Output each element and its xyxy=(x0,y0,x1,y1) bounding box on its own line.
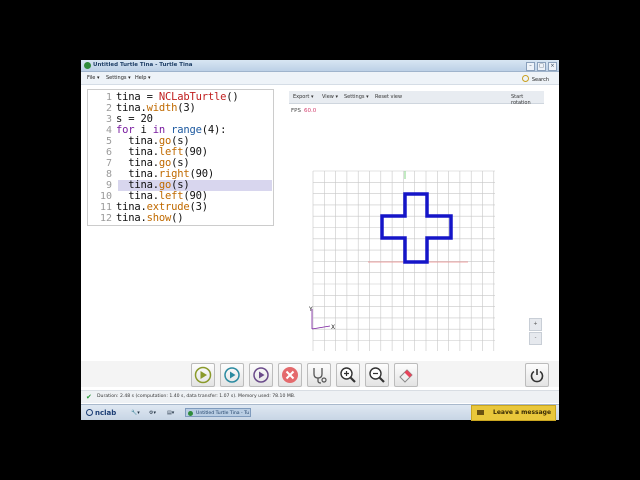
line-number: 2 xyxy=(105,103,112,114)
code-line[interactable]: 12 tina.show() xyxy=(88,212,273,225)
line-number: 11 xyxy=(99,202,112,213)
zoom-in-icon xyxy=(340,367,356,383)
viewer-zoom-out-button[interactable]: - xyxy=(529,332,542,345)
power-icon xyxy=(530,369,544,383)
taskbar-window-tab[interactable]: Untitled Turtle Tina - Tu xyxy=(185,408,251,417)
menu-file[interactable]: File ▾ xyxy=(87,75,99,81)
run-icon xyxy=(253,367,269,383)
viewer-zoom-controls: + - xyxy=(529,318,542,345)
bottom-toolbar xyxy=(81,361,559,387)
stethoscope-icon xyxy=(313,368,327,384)
line-number: 10 xyxy=(99,191,112,202)
logo-icon xyxy=(86,409,93,416)
code-editor[interactable]: 1 tina = NCLabTurtle() 2 tina.width(3) 3s … xyxy=(87,89,274,226)
play-button[interactable] xyxy=(191,363,215,387)
step-icon xyxy=(224,367,240,383)
turtle-icon xyxy=(84,62,91,69)
menu-bar: File ▾ Settings ▾ Help ▾ Search xyxy=(81,72,559,85)
app-window: Untitled Turtle Tina - Turtle Tina – □ ×… xyxy=(81,60,559,420)
line-number: 5 xyxy=(105,136,112,147)
status-bar: ✔ Duration: 2.48 s (computation: 1.40 s,… xyxy=(81,390,559,403)
nclab-logo: nclab xyxy=(86,409,116,417)
logo-text: nclab xyxy=(95,409,117,417)
window-controls: – □ × xyxy=(526,62,557,71)
line-number: 12 xyxy=(99,213,112,224)
line-number: 4 xyxy=(105,125,112,136)
files-icon[interactable]: ▤▾ xyxy=(167,410,174,416)
search-button[interactable]: Search xyxy=(521,75,549,83)
eraser-icon xyxy=(399,369,413,383)
menu-help[interactable]: Help ▾ xyxy=(135,75,151,81)
axis-x-label: X xyxy=(331,324,335,331)
line-number: 1 xyxy=(105,92,112,103)
window-title: Untitled Turtle Tina - Turtle Tina xyxy=(93,62,193,68)
close-button[interactable]: × xyxy=(548,62,557,71)
line-number: 7 xyxy=(105,158,112,169)
run-button[interactable] xyxy=(249,363,273,387)
axis-x-indicator xyxy=(311,325,331,330)
step-button[interactable] xyxy=(220,363,244,387)
scene-canvas: Y X xyxy=(308,170,495,351)
line-number: 8 xyxy=(105,169,112,180)
zoom-out-icon xyxy=(369,367,385,383)
zoom-out-button[interactable] xyxy=(365,363,389,387)
apps-icon[interactable]: ⚙▾ xyxy=(149,410,156,416)
menu-settings[interactable]: Settings ▾ xyxy=(106,75,131,81)
check-icon: ✔ xyxy=(86,393,92,401)
status-text: Duration: 2.48 s (computation: 1.40 s, d… xyxy=(97,394,296,399)
tools-icon[interactable]: 🔧▾ xyxy=(131,410,140,416)
power-button[interactable] xyxy=(525,363,549,387)
play-icon xyxy=(194,366,212,384)
line-number: 9 xyxy=(105,180,112,191)
stop-button[interactable] xyxy=(278,363,302,387)
zoom-in-button[interactable] xyxy=(336,363,360,387)
debug-button[interactable] xyxy=(307,363,331,387)
maximize-button[interactable]: □ xyxy=(537,62,546,71)
title-bar: Untitled Turtle Tina - Turtle Tina – □ × xyxy=(81,60,559,72)
stop-icon xyxy=(282,367,298,383)
viewer-zoom-in-button[interactable]: + xyxy=(529,318,542,331)
leave-message-label: Leave a message xyxy=(493,409,552,416)
leave-message-button[interactable]: Leave a message xyxy=(471,405,556,421)
minimize-button[interactable]: – xyxy=(526,62,535,71)
line-number: 6 xyxy=(105,147,112,158)
search-label: Search xyxy=(531,77,549,83)
axis-y-label: Y xyxy=(308,306,313,313)
code-text: tina.show() xyxy=(116,212,184,224)
envelope-icon xyxy=(477,410,484,415)
eraser-button[interactable] xyxy=(394,363,418,387)
3d-viewer[interactable]: Export ▾ View ▾ Settings ▾ Reset view St… xyxy=(288,89,544,351)
line-number: 3 xyxy=(105,114,112,125)
search-icon xyxy=(521,75,529,82)
